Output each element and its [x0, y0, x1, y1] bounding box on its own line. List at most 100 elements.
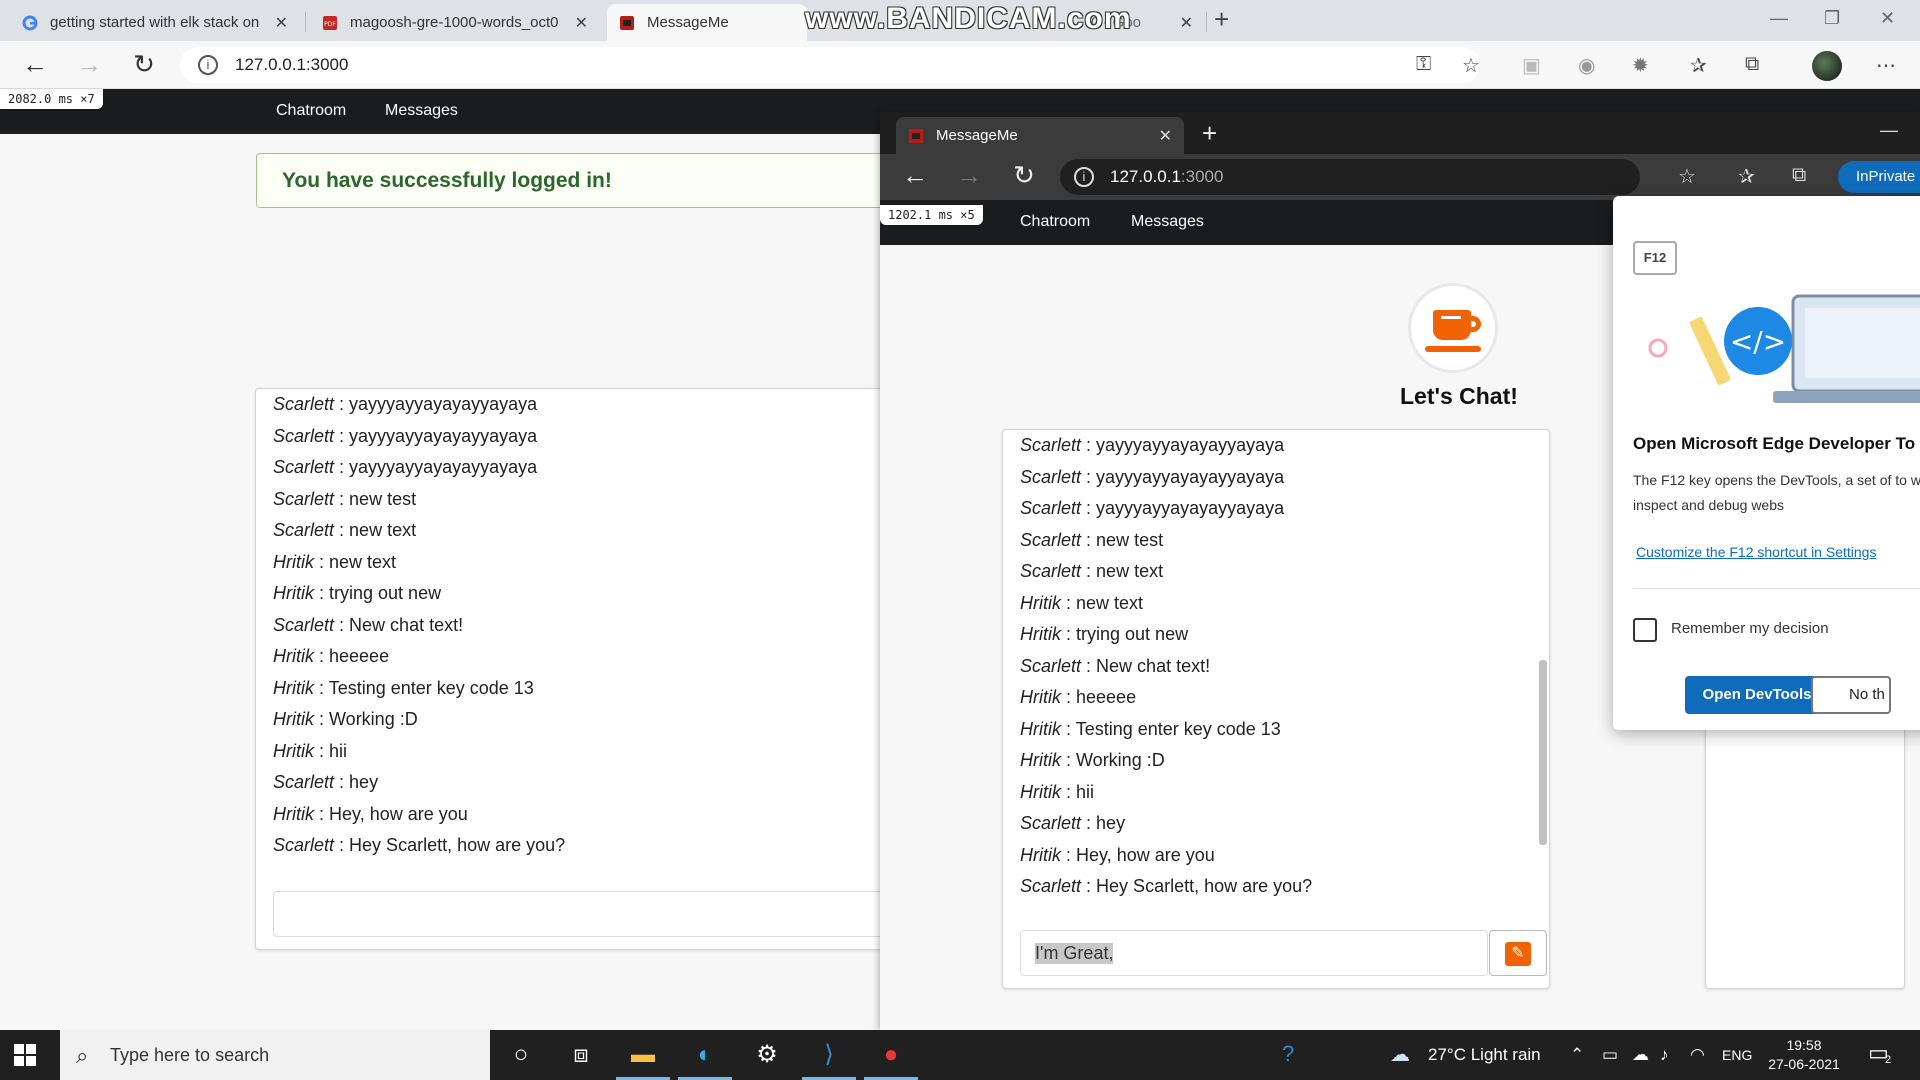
- favorites-icon[interactable]: ✰: [1738, 164, 1755, 189]
- collections-icon[interactable]: ⧉: [1792, 164, 1806, 187]
- browser-tab[interactable]: getting started with elk stack on ✕: [10, 4, 300, 41]
- refresh-icon[interactable]: ↻: [1007, 160, 1041, 191]
- nav-messages[interactable]: Messages: [1131, 213, 1204, 231]
- nav-messages[interactable]: Messages: [385, 102, 458, 120]
- scrollbar[interactable]: [1539, 660, 1547, 845]
- message-text: Hey Scarlett, how are you?: [349, 835, 566, 855]
- close-icon[interactable]: ✕: [575, 13, 588, 33]
- settings-gear-icon[interactable]: ⚙: [736, 1030, 798, 1080]
- close-icon[interactable]: ✕: [1180, 13, 1193, 33]
- close-icon[interactable]: ✕: [1159, 126, 1172, 146]
- task-view-icon[interactable]: ⧈: [550, 1030, 612, 1080]
- messageme-icon: [620, 15, 634, 30]
- message-text: hii: [1076, 781, 1095, 802]
- message-user: Hritik: [1020, 781, 1061, 802]
- message-item: Scarlett : yayyyayyayayayyayaya: [1020, 493, 1312, 525]
- message-input[interactable]: [273, 891, 893, 937]
- message-separator: :: [314, 551, 330, 572]
- back-arrow-icon[interactable]: ←: [18, 49, 52, 80]
- refresh-icon[interactable]: ↻: [127, 49, 161, 80]
- battery-icon[interactable]: ▭: [1602, 1045, 1618, 1065]
- message-item: Scarlett : new test: [1020, 525, 1312, 557]
- browser-tab-active[interactable]: MessageMe ✕: [896, 117, 1184, 154]
- site-info-icon[interactable]: i: [1074, 167, 1094, 187]
- inprivate-badge[interactable]: InPrivate: [1838, 161, 1920, 193]
- message-separator: :: [1081, 561, 1097, 581]
- taskbar-search[interactable]: ⌕ Type here to search: [60, 1030, 490, 1080]
- message-item: Scarlett : new test: [273, 484, 565, 516]
- customize-shortcut-link[interactable]: Customize the F12 shortcut in Settings: [1636, 544, 1876, 560]
- back-arrow-icon[interactable]: ←: [898, 160, 932, 191]
- add-favorite-icon[interactable]: ☆: [1678, 164, 1696, 189]
- notification-count: 2: [1885, 1054, 1892, 1066]
- remember-checkbox[interactable]: [1633, 618, 1657, 642]
- address-bar[interactable]: i 127.0.0.1:3000: [1060, 159, 1640, 195]
- wifi-icon[interactable]: ◠: [1690, 1045, 1705, 1065]
- no-thanks-button[interactable]: No th: [1811, 676, 1891, 714]
- message-user: Scarlett: [1020, 561, 1082, 581]
- weather-text[interactable]: 27°C Light rain: [1428, 1045, 1541, 1065]
- weather-cloud-icon[interactable]: ☁: [1390, 1042, 1410, 1067]
- collections-icon[interactable]: ⧉: [1745, 53, 1759, 76]
- remember-checkbox-label[interactable]: Remember my decision: [1671, 620, 1829, 637]
- windows-start-icon[interactable]: [14, 1044, 36, 1066]
- extension-icon[interactable]: ◉: [1578, 53, 1595, 78]
- more-icon[interactable]: ⋯: [1876, 53, 1896, 78]
- message-separator: :: [1061, 750, 1077, 770]
- bandicam-record-icon[interactable]: ●: [860, 1030, 922, 1080]
- forward-arrow-icon[interactable]: →: [952, 160, 986, 191]
- send-button[interactable]: ✎: [1489, 930, 1547, 976]
- address-url[interactable]: 127.0.0.1:3000: [235, 55, 348, 75]
- language-indicator[interactable]: ENG: [1722, 1047, 1752, 1063]
- minimize-icon[interactable]: —: [1770, 8, 1788, 29]
- address-bar[interactable]: i 127.0.0.1:3000: [180, 47, 1480, 83]
- edge-icon[interactable]: ◐: [674, 1030, 736, 1080]
- key-icon[interactable]: ⚿: [1416, 53, 1431, 76]
- cloud-icon[interactable]: ☁: [1632, 1045, 1649, 1065]
- recorder-watermark: www.BANDICAM.com: [805, 2, 1132, 35]
- minimize-icon[interactable]: —: [1880, 120, 1898, 141]
- message-separator: :: [1081, 498, 1097, 518]
- forward-arrow-icon[interactable]: →: [72, 49, 106, 80]
- nav-chatroom[interactable]: Chatroom: [276, 102, 346, 120]
- message-text: yayyyayyayayayyayaya: [1096, 498, 1285, 518]
- help-icon[interactable]: ?: [1282, 1041, 1294, 1067]
- message-text: heeeee: [1076, 687, 1137, 707]
- message-separator: :: [314, 583, 330, 603]
- address-url[interactable]: 127.0.0.1:3000: [1110, 167, 1223, 187]
- browser-tab-active[interactable]: MessageMe: [607, 4, 807, 41]
- extension-icon[interactable]: ▣: [1522, 53, 1541, 78]
- message-separator: :: [334, 520, 350, 540]
- site-info-icon[interactable]: i: [198, 55, 218, 75]
- volume-icon[interactable]: ♪: [1660, 1045, 1669, 1065]
- chat-box: Scarlett : yayyyayyayayayyayaya Scarlett …: [255, 388, 895, 950]
- browser-tab[interactable]: PDF magoosh-gre-1000-words_oct0 ✕: [310, 4, 600, 41]
- new-tab-icon[interactable]: +: [1202, 118, 1217, 149]
- message-user: Scarlett: [273, 835, 335, 855]
- close-icon[interactable]: ✕: [275, 13, 288, 33]
- message-item: Hritik : hii: [1020, 777, 1312, 809]
- message-user: Scarlett: [1020, 655, 1082, 676]
- close-window-icon[interactable]: ✕: [1880, 8, 1895, 29]
- message-user: Hritik: [1020, 844, 1061, 865]
- new-tab-icon[interactable]: +: [1214, 4, 1229, 35]
- nav-chatroom[interactable]: Chatroom: [1020, 213, 1090, 231]
- taskbar-clock[interactable]: 19:58 27-06-2021: [1764, 1036, 1844, 1074]
- message-separator: :: [1081, 655, 1097, 676]
- tab-title: MessageMe: [647, 14, 729, 31]
- message-input[interactable]: I'm Great,: [1020, 930, 1488, 976]
- favorites-icon[interactable]: ✰: [1690, 53, 1707, 78]
- bug-icon[interactable]: ✹: [1632, 53, 1649, 78]
- chevron-up-icon[interactable]: ⌃: [1570, 1045, 1584, 1065]
- cortana-icon[interactable]: ○: [490, 1030, 552, 1080]
- avatar[interactable]: [1812, 51, 1842, 81]
- message-input-value[interactable]: I'm Great,: [1035, 943, 1114, 964]
- vscode-icon[interactable]: ⟩: [798, 1030, 860, 1080]
- file-explorer-icon[interactable]: ▬: [612, 1030, 674, 1080]
- message-separator: :: [334, 425, 350, 446]
- add-favorite-icon[interactable]: ☆: [1462, 53, 1480, 78]
- restore-icon[interactable]: ❐: [1824, 8, 1840, 29]
- open-devtools-button[interactable]: Open DevTools: [1685, 676, 1829, 714]
- windows-taskbar: ⌕ Type here to search ○ ⧈ ▬ ◐ ⚙ ⟩ ● ? ☁ …: [0, 1030, 1920, 1080]
- message-list: Scarlett : yayyyayyayayayyayaya Scarlett …: [273, 389, 565, 862]
